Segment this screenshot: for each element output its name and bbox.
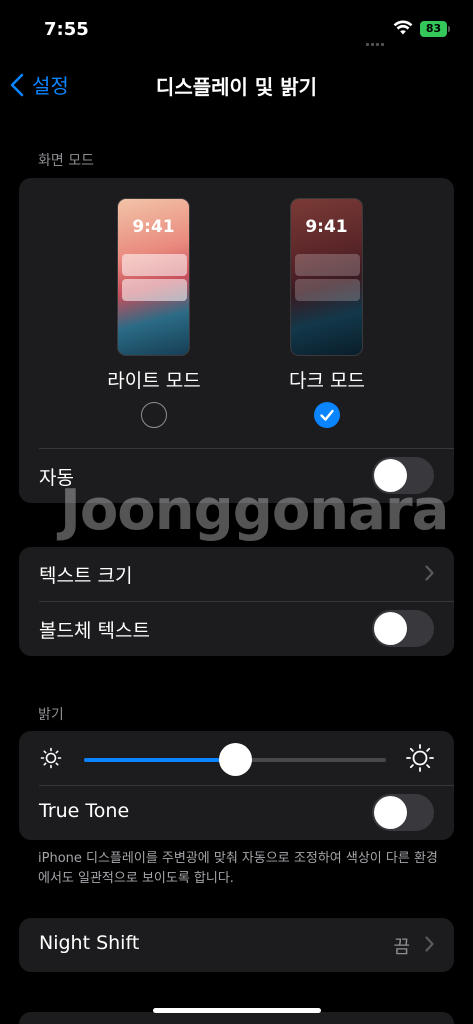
wifi-icon [393, 20, 413, 40]
chevron-right-icon [425, 936, 434, 952]
sun-large-icon [406, 744, 434, 772]
section-label-appearance: 화면 모드 [38, 153, 94, 169]
watermark: Joonggonara [60, 478, 449, 543]
status-time: 7:55 [44, 19, 89, 40]
light-mode-radio[interactable] [141, 402, 167, 428]
chevron-right-icon [425, 565, 434, 581]
night-shift-value: 끔 [393, 937, 410, 958]
text-size-row[interactable]: 텍스트 크기 [19, 547, 454, 601]
true-tone-toggle[interactable] [372, 794, 434, 831]
bold-text-label: 볼드체 텍스트 [39, 620, 150, 642]
toggle-knob [374, 796, 407, 829]
page-title: 디스플레이 및 밝기 [155, 75, 318, 99]
section-label-brightness: 밝기 [38, 707, 64, 723]
status-bar: 7:55 83 [0, 0, 473, 60]
light-preview-widget [122, 279, 187, 301]
dark-preview-widget [295, 279, 360, 301]
dark-mode-label: 다크 모드 [289, 370, 365, 392]
true-tone-row: True Tone [19, 786, 454, 840]
dark-mode-radio[interactable] [314, 402, 340, 428]
appearance-group: 9:41 9:41 라이트 모드 다크 모드 자동 [19, 178, 454, 503]
brightness-slider-row [19, 731, 454, 785]
light-mode-label: 라이트 모드 [107, 370, 201, 392]
dark-preview-time: 9:41 [305, 217, 348, 237]
true-tone-label: True Tone [39, 800, 130, 822]
sun-small-icon [40, 747, 62, 769]
brightness-slider-thumb[interactable] [218, 743, 252, 776]
text-group: 텍스트 크기 볼드체 텍스트 [19, 547, 454, 656]
night-shift-group: Night Shift 끔 [19, 918, 454, 972]
bold-text-row: 볼드체 텍스트 [19, 602, 454, 656]
true-tone-footnote: iPhone 디스플레이를 주변광에 맞춰 자동으로 조정하여 색상이 다른 환… [38, 851, 438, 886]
light-mode-preview[interactable]: 9:41 [117, 198, 190, 356]
home-indicator [153, 1008, 321, 1013]
dark-preview-widget [295, 254, 360, 276]
battery-icon: 83 [420, 21, 450, 37]
night-shift-label: Night Shift [39, 932, 140, 954]
light-preview-time: 9:41 [132, 217, 175, 237]
nav-bar: 설정 디스플레이 및 밝기 [0, 60, 473, 108]
brightness-group: True Tone [19, 731, 454, 840]
next-group [19, 1012, 454, 1024]
night-shift-row[interactable]: Night Shift 끔 [19, 918, 454, 972]
cellular-signal-icon [366, 31, 386, 50]
brightness-slider[interactable] [84, 743, 386, 776]
text-size-label: 텍스트 크기 [39, 565, 133, 587]
brightness-slider-fill [84, 758, 235, 762]
light-preview-widget [122, 254, 187, 276]
bold-text-toggle[interactable] [372, 610, 434, 647]
toggle-knob [374, 612, 407, 645]
checkmark-icon [320, 409, 334, 421]
dark-mode-preview[interactable]: 9:41 [290, 198, 363, 356]
